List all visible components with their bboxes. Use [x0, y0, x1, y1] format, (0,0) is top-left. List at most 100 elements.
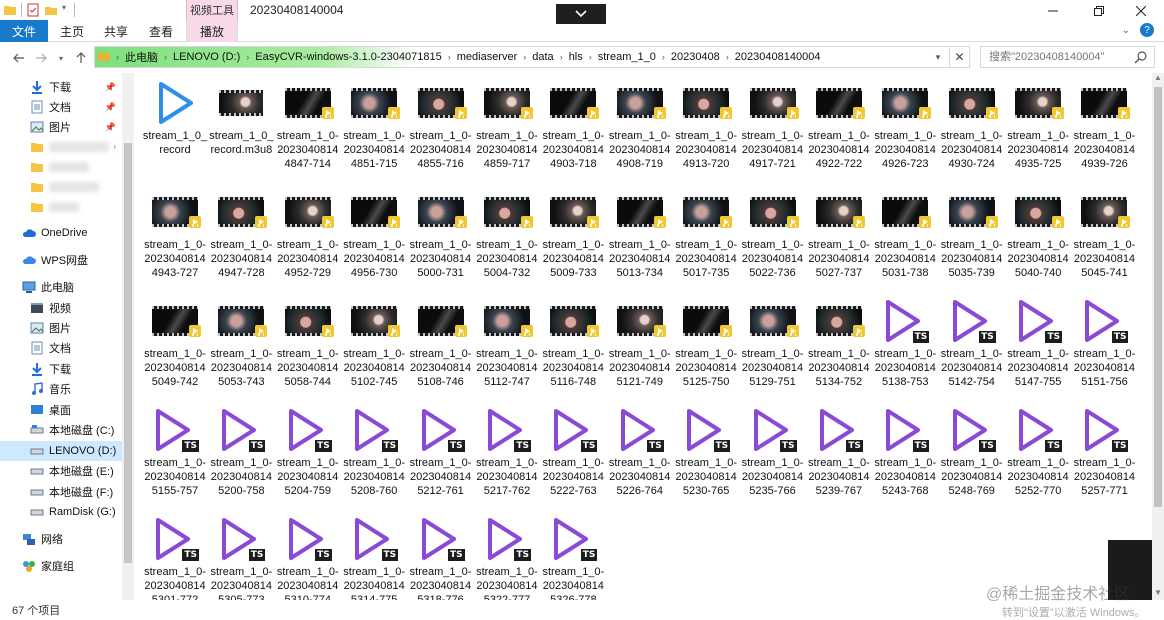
stop-button[interactable]: ✕	[949, 47, 969, 67]
help-icon[interactable]: ?	[1140, 23, 1154, 37]
minimize-button[interactable]	[1030, 0, 1076, 22]
file-item[interactable]: stream_1_0-20230408145009-733	[540, 188, 606, 298]
file-item[interactable]: stream_1_0-20230408144922-722	[806, 79, 872, 189]
file-item[interactable]: stream_1_0-20230408144956-730	[341, 188, 407, 298]
file-item[interactable]: stream_1_0-20230408145027-737	[806, 188, 872, 298]
address-history-button[interactable]: ▾	[929, 47, 947, 67]
file-item[interactable]: stream_1_0-20230408145040-740	[1005, 188, 1071, 298]
file-item[interactable]: TS stream_1_0-20230408145155-757	[142, 406, 208, 516]
file-item[interactable]: TS stream_1_0-20230408145235-766	[740, 406, 806, 516]
file-item[interactable]: TS stream_1_0-20230408145301-772	[142, 515, 208, 600]
file-item[interactable]: stream_1_0-20230408145112-747	[474, 297, 540, 407]
sidebar-item-network[interactable]: 网络	[0, 529, 122, 549]
file-item[interactable]: TS stream_1_0-20230408145243-768	[872, 406, 938, 516]
file-item[interactable]: TS stream_1_0-20230408145138-753	[872, 297, 938, 407]
file-item[interactable]: stream_1_0-20230408145000-731	[408, 188, 474, 298]
file-item[interactable]: TS stream_1_0-20230408145252-770	[1005, 406, 1071, 516]
close-button[interactable]	[1118, 0, 1164, 22]
sidebar-item-drive-c[interactable]: 本地磁盘 (C:)	[0, 420, 122, 440]
navigation-scrollbar[interactable]	[122, 73, 134, 600]
scrollbar-thumb[interactable]	[1154, 87, 1162, 507]
file-item[interactable]: TS stream_1_0-20230408145217-762	[474, 406, 540, 516]
file-item[interactable]: stream_1_0-20230408144913-720	[673, 79, 739, 189]
file-item[interactable]: TS stream_1_0-20230408145147-755	[1005, 297, 1071, 407]
file-item[interactable]: stream_1_0-20230408144926-723	[872, 79, 938, 189]
sidebar-item-folder-4[interactable]	[0, 197, 122, 217]
sidebar-item-documents[interactable]: 文档	[0, 338, 122, 358]
crumb-mediaserver[interactable]: mediaserver	[453, 51, 522, 63]
file-item[interactable]: TS stream_1_0-20230408145310-774	[275, 515, 341, 600]
sidebar-item-desktop[interactable]: 桌面	[0, 400, 122, 420]
sidebar-item-music[interactable]: 音乐	[0, 379, 122, 399]
crumb-easycvr[interactable]: EasyCVR-windows-3.1.0-2304071815	[251, 51, 446, 63]
search-input[interactable]	[981, 47, 1129, 67]
file-item[interactable]: stream_1_0-20230408144917-721	[740, 79, 806, 189]
tab-home[interactable]: 主页	[52, 20, 92, 42]
sidebar-item-wps-cloud[interactable]: WPS网盘	[0, 250, 122, 270]
file-item[interactable]: stream_1_0-20230408145022-736	[740, 188, 806, 298]
search-icon[interactable]	[1134, 50, 1148, 64]
sidebar-item-downloads-quick[interactable]: 下载 📌	[0, 77, 122, 97]
sidebar-item-homegroup[interactable]: 家庭组	[0, 556, 122, 576]
sidebar-item-folder-2[interactable]	[0, 157, 122, 177]
pin-icon[interactable]: 📌	[105, 122, 116, 133]
address-bar[interactable]: › 此电脑 › LENOVO (D:) › EasyCVR-windows-3.…	[94, 46, 970, 68]
file-item[interactable]: stream_1_0-20230408145013-734	[607, 188, 673, 298]
file-item[interactable]: stream_1_0-20230408145031-738	[872, 188, 938, 298]
file-item[interactable]: stream_1_0-20230408144935-725	[1005, 79, 1071, 189]
file-item[interactable]: TS stream_1_0-20230408145204-759	[275, 406, 341, 516]
file-item[interactable]: TS stream_1_0-20230408145314-775	[341, 515, 407, 600]
customize-dropdown-icon[interactable]: ▾	[62, 3, 70, 17]
file-item[interactable]: stream_1_0-20230408145102-745	[341, 297, 407, 407]
file-item[interactable]: stream_1_0-20230408145129-751	[740, 297, 806, 407]
file-item[interactable]: TS stream_1_0-20230408145326-778	[540, 515, 606, 600]
sidebar-item-documents-quick[interactable]: 文档 📌	[0, 97, 122, 117]
tab-file[interactable]: 文件	[0, 20, 48, 42]
file-item[interactable]: stream_1_0-20230408145045-741	[1071, 188, 1137, 298]
file-item[interactable]: TS stream_1_0-20230408145257-771	[1071, 406, 1137, 516]
file-item[interactable]: TS stream_1_0-20230408145305-773	[208, 515, 274, 600]
crumb-stream[interactable]: stream_1_0	[594, 51, 660, 63]
file-item[interactable]: stream_1_0-20230408145004-732	[474, 188, 540, 298]
file-item[interactable]: stream_1_0-20230408144939-726	[1071, 79, 1137, 189]
sidebar-item-drive-e[interactable]: 本地磁盘 (E:)	[0, 461, 122, 481]
file-item[interactable]: stream_1_0_record.m3u8	[208, 79, 274, 189]
file-item[interactable]: TS stream_1_0-20230408145208-760	[341, 406, 407, 516]
file-item[interactable]: stream_1_0-20230408144903-718	[540, 79, 606, 189]
file-item[interactable]: stream_1_0-20230408144847-714	[275, 79, 341, 189]
scrollbar-thumb[interactable]	[124, 143, 132, 563]
sidebar-item-pictures-quick[interactable]: 图片 📌	[0, 117, 122, 137]
folder-icon[interactable]	[3, 3, 17, 17]
sidebar-item-this-pc[interactable]: 此电脑	[0, 277, 122, 297]
crumb-current-folder[interactable]: 20230408140004	[731, 51, 825, 63]
file-item[interactable]: stream_1_0-20230408144855-716	[408, 79, 474, 189]
sidebar-item-folder-1[interactable]: ›	[0, 137, 122, 157]
file-item[interactable]: stream_1_0-20230408145108-746	[408, 297, 474, 407]
file-item[interactable]: stream_1_0-20230408145058-744	[275, 297, 341, 407]
tab-play[interactable]: 播放	[186, 20, 238, 42]
pin-icon[interactable]: 📌	[105, 102, 116, 113]
sidebar-item-videos[interactable]: 视频	[0, 298, 122, 318]
scroll-down-arrow[interactable]: ▼	[1152, 588, 1164, 600]
file-item[interactable]: TS stream_1_0-20230408145151-756	[1071, 297, 1137, 407]
file-item[interactable]: stream_1_0_record	[142, 79, 208, 189]
file-item[interactable]: stream_1_0-20230408144851-715	[341, 79, 407, 189]
file-item[interactable]: stream_1_0-20230408144930-724	[939, 79, 1005, 189]
file-item[interactable]: TS stream_1_0-20230408145226-764	[607, 406, 673, 516]
file-item[interactable]: stream_1_0-20230408145049-742	[142, 297, 208, 407]
file-list-scrollbar[interactable]: ▲ ▼	[1152, 73, 1164, 600]
file-item[interactable]: stream_1_0-20230408145116-748	[540, 297, 606, 407]
crumb-this-pc[interactable]: 此电脑	[121, 49, 162, 65]
file-item[interactable]: TS stream_1_0-20230408145142-754	[939, 297, 1005, 407]
forward-button[interactable]	[32, 49, 50, 67]
file-item[interactable]: stream_1_0-20230408145134-752	[806, 297, 872, 407]
file-item[interactable]: TS stream_1_0-20230408145230-765	[673, 406, 739, 516]
sidebar-item-folder-3[interactable]	[0, 177, 122, 197]
chevron-right-icon[interactable]: ›	[113, 142, 116, 151]
back-button[interactable]	[10, 49, 28, 67]
file-item[interactable]: TS stream_1_0-20230408145322-777	[474, 515, 540, 600]
tab-view[interactable]: 查看	[141, 20, 181, 42]
sidebar-item-drive-d[interactable]: LENOVO (D:)	[0, 441, 122, 461]
crumb-date[interactable]: 20230408	[667, 51, 724, 63]
sidebar-item-onedrive[interactable]: OneDrive	[0, 223, 122, 243]
